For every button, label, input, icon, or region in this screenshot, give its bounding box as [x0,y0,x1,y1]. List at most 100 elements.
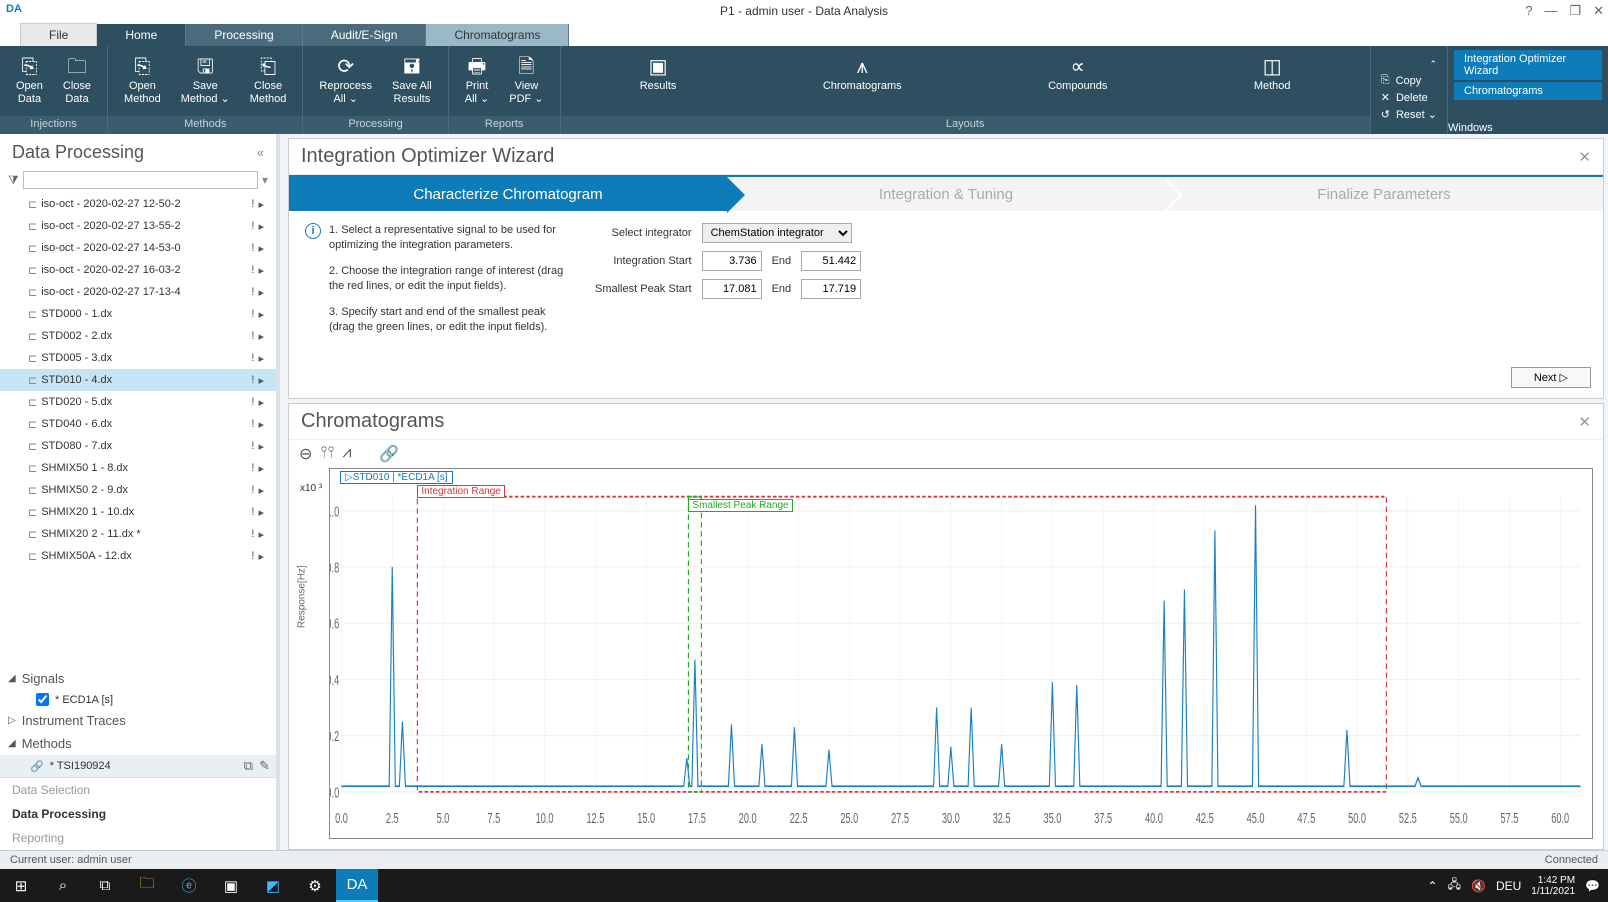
signal-badge: ▷STD010 | *ECD1A [s] [340,471,453,484]
volume-icon[interactable]: 🔇 [1471,879,1486,893]
tab-chromatograms[interactable]: Chromatograms [426,24,569,46]
tree-item[interactable]: ⊏SHMIX50 1 - 8.dx!▸ [0,457,276,479]
tree-item[interactable]: ⊏SHMIX50 2 - 9.dx!▸ [0,479,276,501]
save-method-button[interactable]: 🖫SaveMethod ⌄ [173,52,238,108]
window-controls: ? — ❐ ✕ [1525,3,1604,19]
ie-icon[interactable]: ⓔ [168,869,210,902]
terminal-icon[interactable]: ▣ [210,869,252,902]
method-item[interactable]: 🔗 * TSI190924 ⧉ ✎ [0,755,276,777]
collapse-icon[interactable]: « [257,145,264,160]
copy-layout-button[interactable]: ⎘Copy [1377,73,1441,88]
smallest-peak-start-input[interactable] [702,279,762,299]
tree-item[interactable]: ⊏iso-oct - 2020-02-27 17-13-4!▸ [0,281,276,303]
settings-icon[interactable]: ⚙ [294,869,336,902]
data-processing-panel: Data Processing « ⧩ ▾ ⊏iso-oct - 2020-02… [0,134,280,850]
tree-item[interactable]: ⊏SHMIX20 2 - 11.dx *!▸ [0,523,276,545]
step-integration-tuning[interactable]: Integration & Tuning [727,177,1165,211]
tree-item[interactable]: ⊏iso-oct - 2020-02-27 12-50-2!▸ [0,193,276,215]
clock[interactable]: 1:42 PM1/11/2021 [1531,875,1575,897]
step-finalize[interactable]: Finalize Parameters [1165,177,1603,211]
window-chromatograms-button[interactable]: Chromatograms [1454,82,1602,100]
layout-results-button[interactable]: ▣Results [632,52,685,95]
methods-section[interactable]: ◢Methods [0,732,276,755]
network-icon[interactable]: 🖧 [1448,875,1461,896]
integration-start-input[interactable] [702,251,762,271]
duplicate-icon[interactable]: ⧉ [244,758,253,774]
tab-audit[interactable]: Audit/E-Sign [303,24,427,46]
close-method-button[interactable]: ⎗CloseMethod [242,52,295,108]
step-characterize[interactable]: Characterize Chromatogram [289,177,727,211]
layout-method-button[interactable]: ◫Method [1246,52,1299,95]
tree-item[interactable]: ⊏iso-oct - 2020-02-27 14-53-0!▸ [0,237,276,259]
chromatogram-toolbar: ⊖ ⫯⫯ ⩘ 🔗 [289,440,1603,468]
tab-reporting[interactable]: Reporting [0,826,276,850]
reset-layout-button[interactable]: ↺Reset ⌄ [1377,107,1441,122]
close-panel-icon[interactable]: ✕ [1578,148,1591,166]
close-icon[interactable]: ✕ [1593,3,1604,19]
filter-icon[interactable]: ⧩ [8,173,19,188]
notifications-icon[interactable]: 💬 [1585,879,1600,893]
tree-item[interactable]: ⊏STD040 - 6.dx!▸ [0,413,276,435]
delete-layout-button[interactable]: ✕Delete [1377,90,1441,105]
explorer-icon[interactable]: 🗀 [126,869,168,902]
layout-chromatograms-button[interactable]: ⩚Chromatograms [815,52,910,95]
view-pdf-button[interactable]: 🗎ViewPDF ⌄ [501,52,551,108]
maximize-icon[interactable]: ❐ [1569,3,1581,19]
dropdown-icon[interactable]: ▾ [262,173,268,187]
tab-home[interactable]: Home [97,24,186,46]
close-data-button[interactable]: 🗀CloseData [55,52,99,108]
app-icon[interactable]: ◩ [252,869,294,902]
filter-input[interactable] [23,171,258,189]
tree-item[interactable]: ⊏iso-oct - 2020-02-27 13-55-2!▸ [0,215,276,237]
close-panel-icon[interactable]: ✕ [1578,413,1591,431]
chromatogram-chart[interactable]: x10 ³ Response[Hz] Retention time [min] … [329,468,1593,839]
signal-item[interactable]: * ECD1A [s] [0,690,276,709]
tab-processing[interactable]: Processing [186,24,302,46]
smallest-peak-end-input[interactable] [801,279,861,299]
language-indicator[interactable]: DEU [1496,879,1521,893]
chart-mode-icon[interactable]: ⩘ [342,444,351,464]
help-icon[interactable]: ? [1525,3,1532,19]
data-analysis-taskbar-icon[interactable]: DA [336,869,378,902]
print-all-button[interactable]: 🖶PrintAll ⌄ [457,52,498,108]
window-wizard-button[interactable]: Integration Optimizer Wizard [1454,50,1602,80]
signals-section[interactable]: ◢Signals [0,667,276,690]
layout-compounds-button[interactable]: ∝Compounds [1040,52,1115,95]
signal-checkbox[interactable] [36,693,49,706]
tree-item[interactable]: ⊏STD010 - 4.dx!▸ [0,369,276,391]
tree-item[interactable]: ⊏STD080 - 7.dx!▸ [0,435,276,457]
next-button[interactable]: Next ▷ [1511,367,1591,388]
task-view-icon[interactable]: ⧉ [84,869,126,902]
overlay-icon[interactable]: ⫯⫯ [320,444,334,464]
reprocess-all-button[interactable]: ⟳ReprocessAll ⌄ [311,52,380,108]
tree-item[interactable]: ⊏SHMIX50A - 12.dx!▸ [0,545,276,567]
tab-data-processing[interactable]: Data Processing [0,802,276,826]
method-open-icon: ⎘ [134,54,150,80]
tree-item[interactable]: ⊏SHMIX20 1 - 10.dx!▸ [0,501,276,523]
tray-chevron-icon[interactable]: ⌃ [1428,879,1438,893]
minimize-icon[interactable]: — [1544,3,1557,19]
integrator-select[interactable]: ChemStation integrator [702,223,852,243]
start-button[interactable]: ⊞ [0,869,42,902]
integration-end-input[interactable] [801,251,861,271]
open-method-button[interactable]: ⎘OpenMethod [116,52,169,108]
tab-data-selection[interactable]: Data Selection [0,778,276,802]
connection-status: Connected [1545,854,1598,866]
save-all-results-button[interactable]: 🖬Save AllResults [384,52,440,108]
tree-item[interactable]: ⊏STD005 - 3.dx!▸ [0,347,276,369]
tree-item[interactable]: ⊏STD020 - 5.dx!▸ [0,391,276,413]
tree-item[interactable]: ⊏STD000 - 1.dx!▸ [0,303,276,325]
warning-icon: ! [251,198,254,211]
wizard-panel: Integration Optimizer Wizard ✕ Character… [288,138,1604,399]
injection-tree[interactable]: ⊏iso-oct - 2020-02-27 12-50-2!▸⊏iso-oct … [0,193,276,667]
link-method-icon[interactable]: 🔗 [379,444,399,464]
tree-item[interactable]: ⊏iso-oct - 2020-02-27 16-03-2!▸ [0,259,276,281]
tab-file[interactable]: File [20,23,97,46]
search-icon[interactable]: ⌕ [42,869,84,902]
traces-section[interactable]: ▷Instrument Traces [0,709,276,732]
tree-item[interactable]: ⊏STD002 - 2.dx!▸ [0,325,276,347]
open-data-button[interactable]: ⎘OpenData [8,52,51,108]
edit-icon[interactable]: ✎ [259,758,270,774]
zoom-out-icon[interactable]: ⊖ [299,444,312,464]
chevron-up-icon[interactable]: ⌃ [1429,59,1437,70]
